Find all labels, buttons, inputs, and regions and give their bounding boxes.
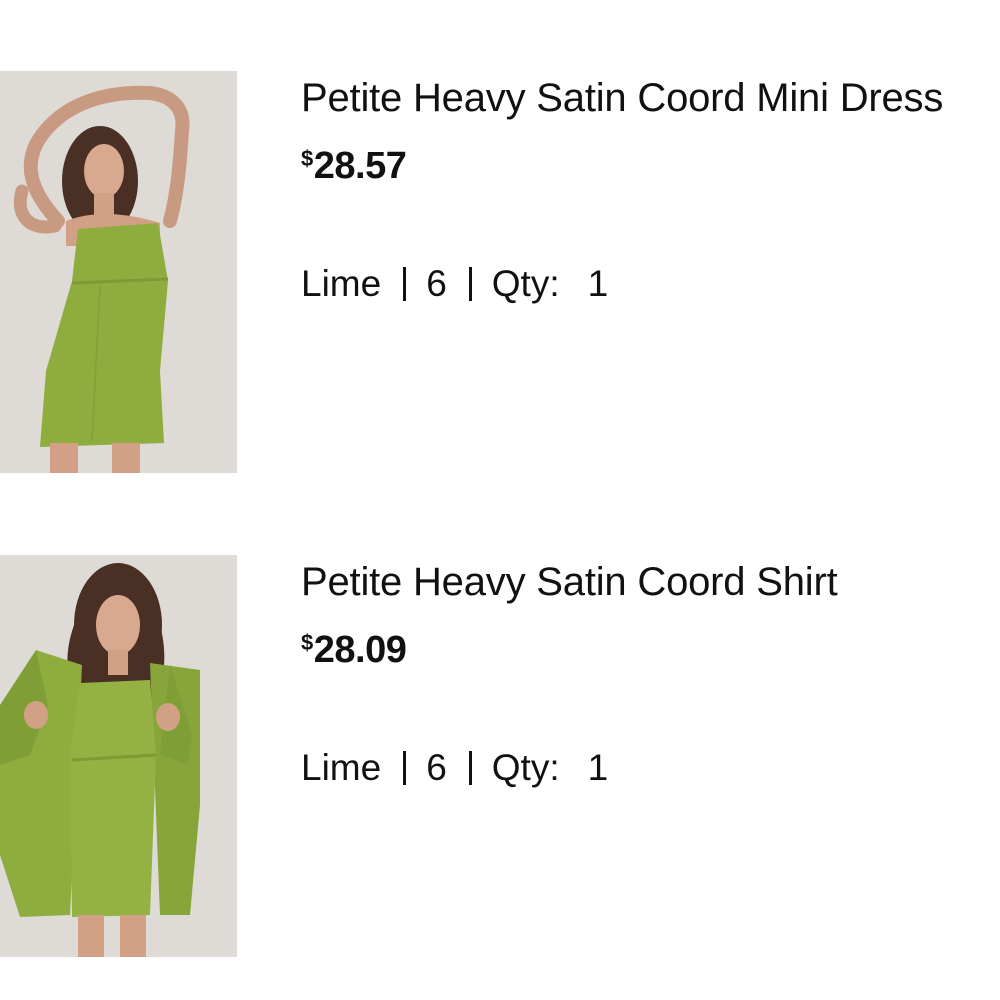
product-photo-mini-dress-icon — [0, 71, 237, 473]
divider — [468, 751, 472, 785]
currency-symbol: $ — [301, 146, 313, 171]
product-title[interactable]: Petite Heavy Satin Coord Shirt — [301, 557, 838, 607]
product-price: $28.57 — [301, 137, 407, 188]
currency-symbol: $ — [301, 630, 313, 655]
product-title[interactable]: Petite Heavy Satin Coord Mini Dress — [301, 73, 943, 123]
cart-item: Petite Heavy Satin Coord Mini Dress $28.… — [0, 71, 1000, 473]
size-value: 6 — [426, 263, 447, 304]
color-value: Lime — [301, 263, 382, 304]
qty-label: Qty: — [491, 747, 560, 788]
cart-item: Petite Heavy Satin Coord Shirt $28.09 Li… — [0, 555, 1000, 957]
price-value: 28.57 — [313, 145, 407, 187]
product-options: Lime 6 Qty: 1 — [301, 745, 608, 791]
product-photo-shirt-icon — [0, 555, 237, 957]
price-value: 28.09 — [313, 629, 407, 671]
cart-item-list: Petite Heavy Satin Coord Mini Dress $28.… — [0, 0, 1000, 1000]
product-image[interactable] — [0, 71, 237, 473]
divider — [403, 267, 407, 301]
divider — [403, 751, 407, 785]
product-price: $28.09 — [301, 621, 407, 672]
size-value: 6 — [426, 747, 447, 788]
product-options: Lime 6 Qty: 1 — [301, 261, 608, 307]
qty-label: Qty: — [491, 263, 560, 304]
qty-value: 1 — [587, 747, 609, 788]
qty-value: 1 — [587, 263, 609, 304]
color-value: Lime — [301, 747, 382, 788]
divider — [468, 267, 472, 301]
product-image[interactable] — [0, 555, 237, 957]
